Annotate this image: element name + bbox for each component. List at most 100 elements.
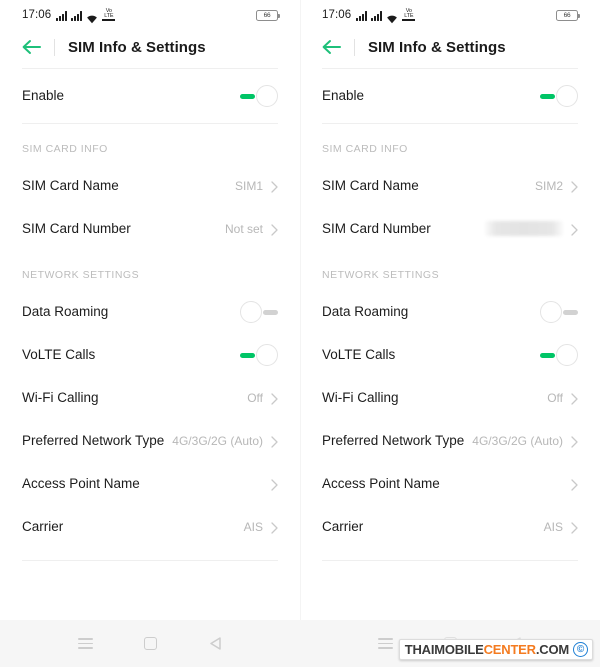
toggle-knob — [556, 343, 578, 366]
list-item[interactable]: SIM Card Number Not set — [22, 207, 278, 250]
page-title: SIM Info & Settings — [68, 38, 206, 56]
toggle-switch-on[interactable] — [540, 343, 578, 366]
list-item[interactable]: SIM Card Name SIM1 — [22, 164, 278, 207]
status-icons: Vo LTE — [356, 8, 416, 24]
toggle-track — [263, 309, 278, 315]
enable-row[interactable]: Enable — [322, 69, 578, 123]
watermark-part1: THAIMOBILE — [404, 641, 484, 657]
app-bar-separator — [54, 38, 55, 56]
menu-icon-right[interactable] — [377, 638, 393, 649]
section-heading: NETWORK SETTINGS — [322, 269, 440, 281]
chevron-right-icon — [571, 435, 578, 448]
system-navigation-bar: THAIMOBILECENTER.COM © — [0, 620, 600, 667]
list-item-label: Wi-Fi Calling — [322, 389, 399, 405]
chevron-right-icon — [571, 180, 578, 193]
chevron-right-icon — [271, 392, 278, 405]
back-arrow-icon[interactable] — [322, 39, 341, 55]
toggle-track — [240, 352, 255, 358]
divider — [22, 560, 278, 561]
list-item[interactable]: VoLTE Calls — [322, 333, 578, 376]
home-square-icon[interactable] — [144, 637, 158, 650]
status-icons: Vo LTE — [56, 8, 116, 24]
list-item-label: Wi-Fi Calling — [22, 389, 99, 405]
chevron-right-icon — [271, 180, 278, 193]
status-clock: 17:06 — [22, 9, 52, 21]
list-item-value: 4G/3G/2G (Auto) — [172, 433, 263, 448]
chevron-right-icon — [271, 521, 278, 534]
chevron-right-icon — [571, 223, 578, 236]
back-arrow-icon[interactable] — [22, 39, 41, 55]
toggle-track — [240, 94, 255, 99]
list-item-label: VoLTE Calls — [322, 346, 396, 362]
volte-icon: Vo LTE — [102, 8, 116, 22]
list-item[interactable]: Carrier AIS — [322, 505, 578, 548]
chevron-right-icon — [271, 223, 278, 236]
copyright-badge-icon: © — [573, 642, 588, 657]
list-item-value: Not set — [224, 221, 263, 236]
watermark-text: THAIMOBILECENTER.COM — [404, 641, 569, 657]
toggle-switch-on[interactable] — [540, 85, 578, 107]
app-bar: SIM Info & Settings — [22, 26, 278, 68]
battery-level-text: 66 — [263, 11, 271, 19]
panel-sim1: 17:06 Vo LTE 66 SIM Info & Settings Enable SIM… — [0, 0, 300, 620]
phone-screenshot: 17:06 Vo LTE 66 SIM Info & Settings Enable SIM… — [0, 0, 600, 667]
signal-bars-icon-1 — [56, 11, 68, 22]
toggle-switch-off[interactable] — [240, 300, 278, 323]
chevron-right-icon — [271, 478, 278, 491]
list-item[interactable]: Data Roaming — [22, 290, 278, 333]
list-item[interactable]: Preferred Network Type 4G/3G/2G (Auto) — [322, 419, 578, 462]
list-item-label: Access Point Name — [322, 475, 440, 491]
list-item-value: SIM1 — [234, 178, 263, 193]
chevron-right-icon — [571, 521, 578, 534]
toggle-switch-off[interactable] — [540, 300, 578, 323]
wifi-icon — [386, 11, 398, 24]
list-item[interactable]: SIM Card Number — [322, 207, 578, 250]
list-item[interactable]: Access Point Name — [322, 462, 578, 505]
list-item[interactable]: Wi-Fi Calling Off — [322, 376, 578, 419]
status-bar: 17:06 Vo LTE 66 — [322, 0, 580, 26]
enable-label: Enable — [22, 88, 65, 103]
chevron-right-icon — [571, 392, 578, 405]
toggle-knob — [240, 300, 262, 323]
signal-bars-icon-2 — [371, 11, 383, 22]
list-item[interactable]: Wi-Fi Calling Off — [22, 376, 278, 419]
battery-icon: 66 — [256, 9, 280, 21]
chevron-right-icon — [571, 478, 578, 491]
toggle-switch-on[interactable] — [240, 85, 278, 107]
toggle-track — [540, 94, 555, 99]
enable-row[interactable]: Enable — [22, 69, 278, 123]
redacted-value — [485, 221, 563, 236]
list-item[interactable]: SIM Card Name SIM2 — [322, 164, 578, 207]
list-item[interactable]: Preferred Network Type 4G/3G/2G (Auto) — [22, 419, 278, 462]
list-item-label: Access Point Name — [22, 475, 140, 491]
wifi-icon — [86, 11, 98, 24]
list-item-label: Carrier — [322, 518, 364, 534]
toggle-track — [540, 352, 555, 358]
toggle-knob — [540, 300, 562, 323]
toggle-track — [563, 309, 578, 315]
list-item[interactable]: Carrier AIS — [22, 505, 278, 548]
watermark: THAIMOBILECENTER.COM © — [398, 639, 593, 660]
menu-icon[interactable] — [77, 638, 93, 649]
toggle-knob — [256, 343, 278, 366]
toggle-switch-on[interactable] — [240, 343, 278, 366]
list-item-value: Off — [247, 390, 263, 405]
signal-bars-icon-1 — [356, 11, 368, 22]
list-item-value: Off — [547, 390, 563, 405]
list-item-label: Preferred Network Type — [322, 432, 465, 448]
section-heading: SIM CARD INFO — [322, 143, 408, 155]
list-item-label: SIM Card Name — [22, 177, 119, 193]
divider — [322, 560, 578, 561]
list-item[interactable]: VoLTE Calls — [22, 333, 278, 376]
list-item[interactable]: Access Point Name — [22, 462, 278, 505]
back-triangle-icon[interactable] — [209, 637, 222, 650]
status-bar: 17:06 Vo LTE 66 — [22, 0, 280, 26]
list-item-value: 4G/3G/2G (Auto) — [472, 433, 563, 448]
panel-container: 17:06 Vo LTE 66 SIM Info & Settings Enable SIM… — [0, 0, 600, 620]
status-clock: 17:06 — [322, 9, 352, 21]
list-item-label: Data Roaming — [322, 303, 409, 319]
list-item-value: AIS — [243, 519, 263, 534]
toggle-knob — [256, 85, 278, 107]
watermark-part3: .COM — [535, 641, 569, 657]
list-item[interactable]: Data Roaming — [322, 290, 578, 333]
